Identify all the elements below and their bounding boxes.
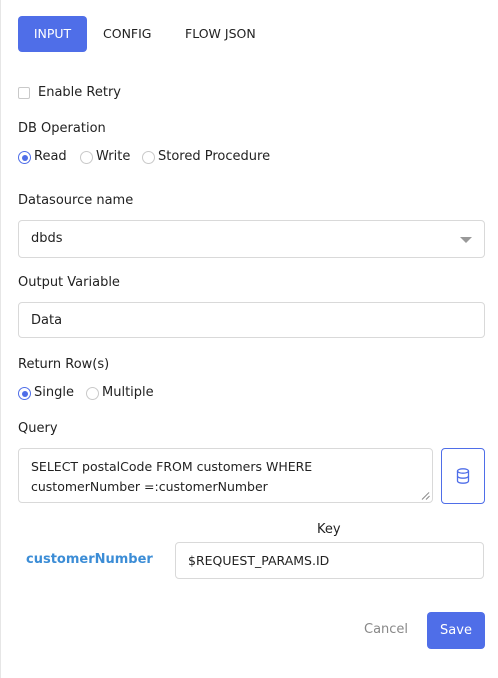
tab-flow-json[interactable]: FLOW JSON [185, 16, 256, 52]
cancel-button[interactable]: Cancel [364, 622, 408, 637]
radio-stored-procedure-label: Stored Procedure [158, 149, 271, 164]
enable-retry-label: Enable Retry [38, 85, 121, 100]
output-variable-label: Output Variable [18, 275, 120, 290]
radio-multiple[interactable] [86, 387, 99, 400]
datasource-value: dbds [31, 231, 63, 246]
radio-single-label: Single [34, 385, 74, 400]
key-column-header: Key [317, 522, 341, 537]
radio-read[interactable] [18, 151, 31, 164]
database-icon [456, 468, 470, 484]
query-label: Query [18, 421, 58, 436]
query-line-2: customerNumber =:customerNumber [31, 479, 268, 494]
save-button[interactable]: Save [427, 612, 485, 649]
return-rows-label: Return Row(s) [18, 357, 110, 372]
query-textarea[interactable]: SELECT postalCode FROM customers WHERE c… [18, 448, 433, 503]
database-button[interactable] [441, 448, 485, 504]
resize-handle-icon[interactable] [422, 492, 430, 500]
flow-node-panel: INPUT CONFIG FLOW JSON Enable Retry DB O… [0, 0, 498, 678]
enable-retry-checkbox[interactable] [18, 87, 30, 99]
tab-input[interactable]: INPUT [18, 16, 87, 52]
param-value-input[interactable]: $REQUEST_PARAMS.ID [175, 542, 484, 579]
radio-read-label: Read [34, 149, 67, 164]
radio-write-label: Write [96, 149, 131, 164]
db-operation-label: DB Operation [18, 121, 106, 136]
radio-single[interactable] [18, 387, 31, 400]
datasource-select[interactable]: dbds [18, 220, 485, 258]
radio-write[interactable] [80, 151, 93, 164]
query-line-1: SELECT postalCode FROM customers WHERE [31, 459, 313, 474]
output-variable-input[interactable]: Data [18, 302, 485, 338]
param-name: customerNumber [26, 552, 153, 567]
output-variable-value: Data [31, 313, 63, 328]
radio-multiple-label: Multiple [102, 385, 154, 400]
datasource-label: Datasource name [18, 193, 134, 208]
chevron-down-icon [460, 237, 472, 243]
param-value: $REQUEST_PARAMS.ID [188, 553, 330, 568]
tab-config[interactable]: CONFIG [103, 16, 151, 52]
radio-stored-procedure[interactable] [142, 151, 155, 164]
